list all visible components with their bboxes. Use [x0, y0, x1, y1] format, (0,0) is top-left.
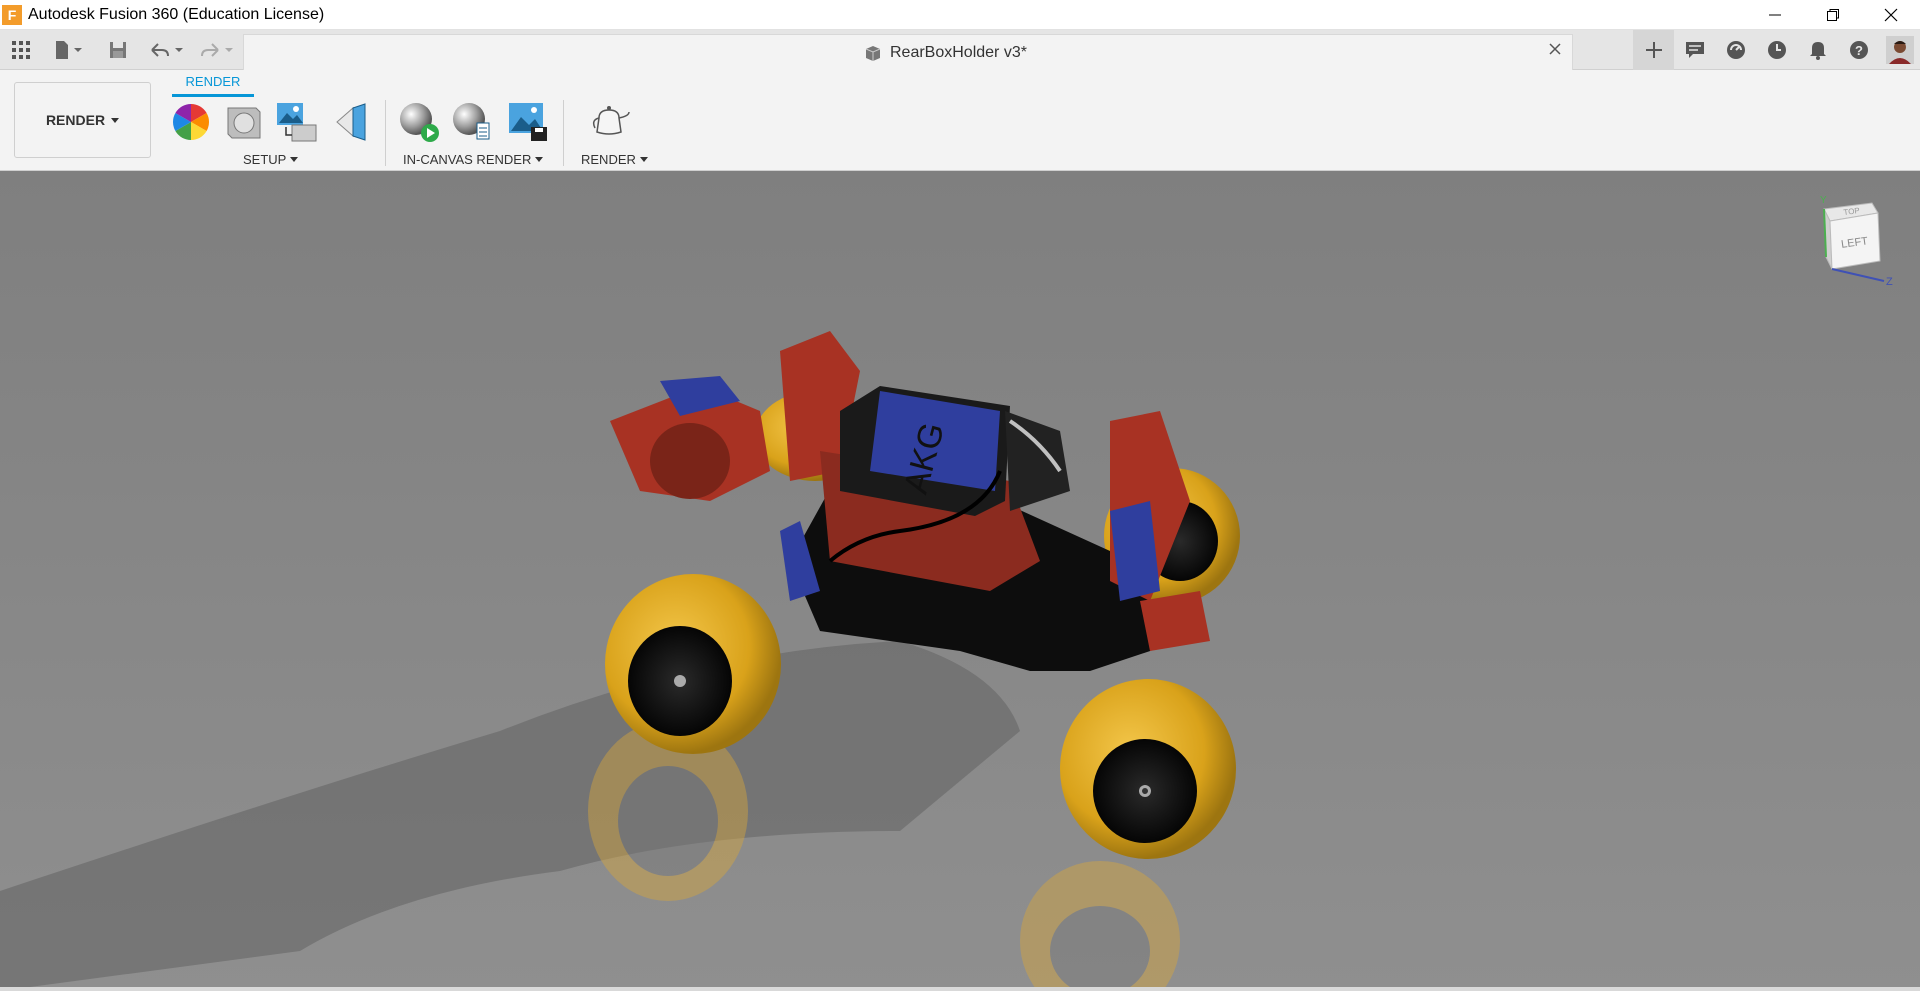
undo-button[interactable]	[146, 30, 186, 70]
title-bar: F Autodesk Fusion 360 (Education License…	[0, 0, 1920, 30]
render-play-icon	[400, 103, 439, 142]
minimize-icon	[1769, 14, 1781, 16]
render-group-label[interactable]: RENDER	[581, 152, 648, 167]
scene-settings-tool[interactable]	[223, 100, 265, 144]
data-panel-button[interactable]	[6, 30, 36, 70]
workspace-label: RENDER	[45, 112, 106, 128]
avatar	[1885, 36, 1914, 64]
grid-icon	[12, 41, 30, 59]
decal-icon	[336, 103, 366, 141]
scene-settings-icon	[227, 107, 261, 139]
window-controls	[1746, 0, 1920, 30]
chevron-down-icon	[111, 117, 120, 123]
new-tab-button[interactable]	[1633, 30, 1674, 70]
texture-map-controls-tool[interactable]	[276, 100, 318, 144]
file-menu-button[interactable]	[48, 30, 88, 70]
capture-image-icon	[509, 103, 547, 141]
help-icon: ?	[1849, 41, 1868, 59]
restore-icon	[1827, 9, 1839, 21]
tab-render[interactable]: RENDER	[172, 74, 254, 97]
bottom-edge	[0, 987, 1920, 991]
chevron-down-icon	[535, 157, 544, 162]
close-icon	[1884, 8, 1898, 22]
close-tab-button[interactable]	[1548, 42, 1562, 61]
application-bar: RearBoxHolder v3* ?	[0, 30, 1920, 70]
document-title: RearBoxHolder v3*	[890, 44, 1027, 61]
document-tab[interactable]: RearBoxHolder v3*	[243, 34, 1573, 70]
in-canvas-render-group-label[interactable]: IN-CANVAS RENDER	[403, 152, 544, 167]
plus-icon	[1645, 42, 1662, 58]
in-canvas-render-settings-tool[interactable]	[451, 100, 493, 144]
render-tool[interactable]	[589, 100, 631, 144]
capture-image-tool[interactable]	[507, 100, 549, 144]
appearance-tool[interactable]	[170, 100, 212, 144]
comments-button[interactable]	[1674, 30, 1715, 70]
close-tab-icon	[1549, 43, 1561, 55]
svg-text:?: ?	[1855, 43, 1863, 58]
history-button[interactable]	[1756, 30, 1797, 70]
render-label: RENDER	[581, 152, 636, 167]
save-button[interactable]	[104, 30, 132, 70]
in-canvas-render-tool[interactable]	[398, 100, 440, 144]
ribbon-separator	[563, 100, 564, 166]
texture-map-icon	[277, 103, 317, 142]
save-icon	[110, 42, 126, 58]
viewcube-graphic: TOP LEFT Y Z	[1820, 195, 1893, 288]
fusion-logo-icon: F	[2, 4, 22, 25]
front-left-wheel	[605, 574, 781, 754]
ribbon-toolbar: RENDER RENDER SETUP IN-CANVAS RENDER REN…	[0, 70, 1920, 171]
restore-button[interactable]	[1804, 0, 1862, 30]
comment-icon	[1685, 42, 1704, 58]
viewcube[interactable]: TOP LEFT Y Z	[1800, 191, 1900, 291]
in-canvas-render-label: IN-CANVAS RENDER	[403, 152, 532, 167]
close-window-button[interactable]	[1862, 0, 1920, 30]
viewcube-axis-z: Z	[1886, 276, 1893, 288]
redo-icon	[201, 43, 233, 57]
logo-letter: F	[7, 6, 17, 23]
user-profile-button[interactable]	[1879, 30, 1920, 70]
render-settings-icon	[453, 103, 490, 140]
help-button[interactable]: ?	[1838, 30, 1879, 70]
front-right-wheel	[1060, 679, 1236, 859]
setup-label: SETUP	[243, 152, 287, 167]
undo-icon	[151, 43, 183, 57]
setup-group-label[interactable]: SETUP	[243, 152, 299, 167]
job-status-icon	[1726, 41, 1745, 59]
chevron-down-icon	[290, 157, 299, 162]
viewport-canvas[interactable]: AKG TOP LEFT Y Z	[0, 171, 1920, 991]
minimize-button[interactable]	[1746, 0, 1804, 30]
component-icon	[865, 46, 881, 61]
job-status-button[interactable]	[1715, 30, 1756, 70]
teapot-icon	[592, 106, 630, 135]
notifications-button[interactable]	[1797, 30, 1838, 70]
decal-tool[interactable]	[330, 100, 372, 144]
rendered-model-scene: AKG	[0, 171, 1920, 991]
redo-button[interactable]	[196, 30, 236, 70]
viewcube-axis-y: Y	[1820, 195, 1827, 206]
file-icon	[56, 41, 82, 59]
top-right-toolbar: ?	[1633, 30, 1920, 70]
ribbon-separator	[385, 100, 386, 166]
window-title: Autodesk Fusion 360 (Education License)	[28, 5, 325, 23]
bell-icon	[1809, 42, 1826, 60]
document-title-group: RearBoxHolder v3*	[864, 44, 1027, 62]
color-wheel-icon	[172, 104, 210, 140]
clock-icon	[1767, 41, 1786, 59]
chevron-down-icon	[639, 157, 648, 162]
workspace-switcher[interactable]: RENDER	[14, 82, 151, 158]
